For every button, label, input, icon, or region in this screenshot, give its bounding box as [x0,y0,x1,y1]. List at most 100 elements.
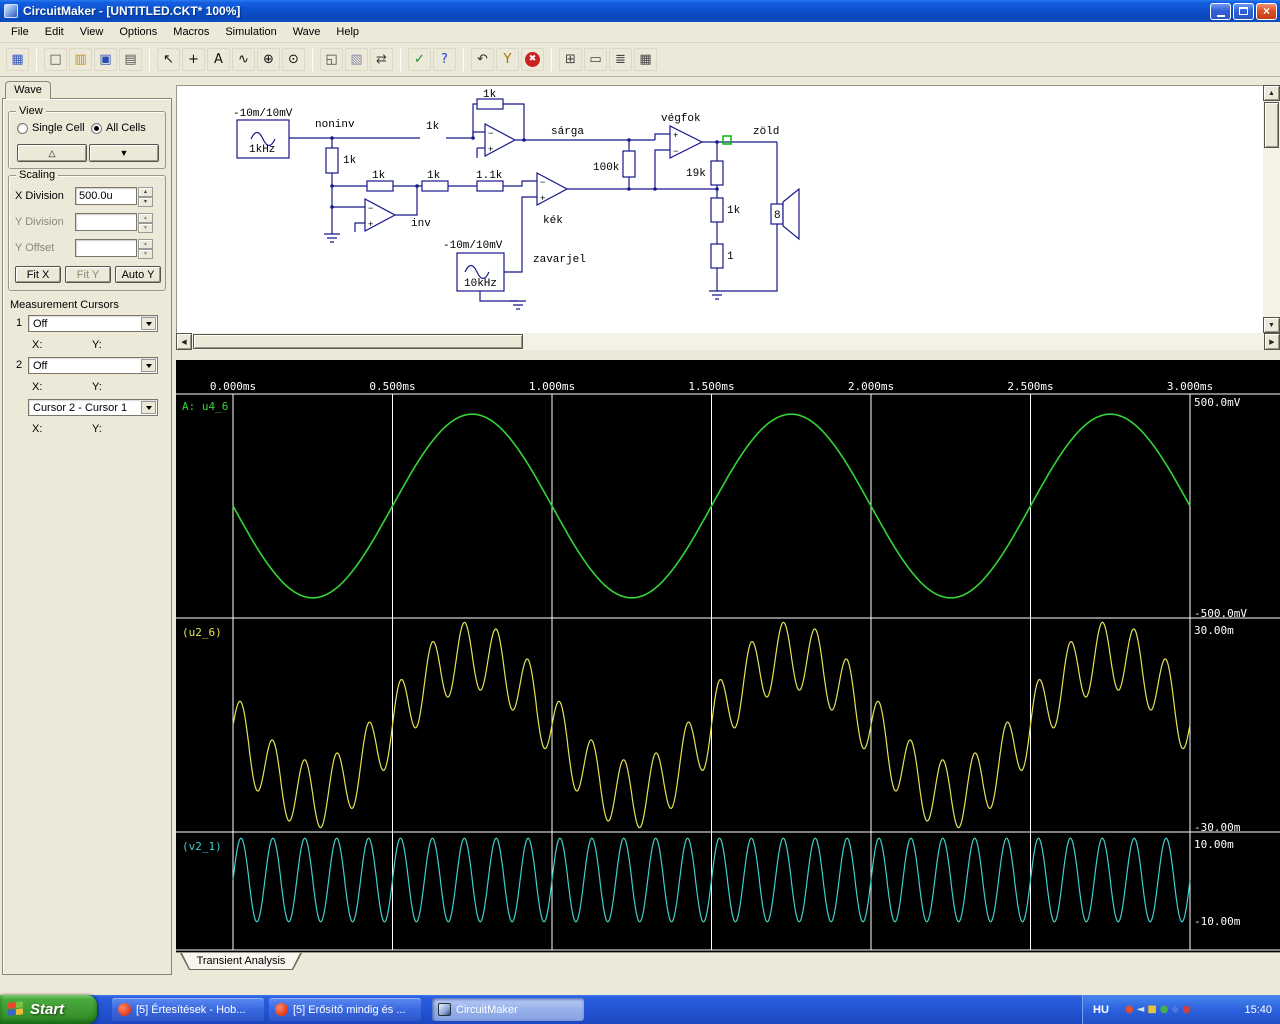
wave-multi-button[interactable]: ≣ [609,48,632,71]
resistor-1k-fb [710,197,724,223]
wave-tab[interactable]: Wave [5,81,51,99]
trace-label[interactable]: (u2_6) [182,626,222,639]
task-button-circuitmaker[interactable]: CircuitMaker [432,998,584,1021]
spin-down-icon[interactable]: ▼ [138,196,153,207]
task-button-erosito[interactable]: [5] Erősítő mindig és ... [269,998,421,1021]
tray-icon-3[interactable]: ■ [1147,1003,1156,1016]
spin-up-icon[interactable]: ▲ [138,186,153,197]
start-button[interactable]: Start [0,995,97,1024]
all-cells-radio[interactable]: All Cells [91,122,146,134]
trace-label[interactable]: (v2_1) [182,840,222,853]
wave-single-button[interactable]: ▭ [584,48,607,71]
menu-item-options[interactable]: Options [111,23,165,41]
spin-down-icon[interactable]: ▼ [138,222,153,233]
waveform-plot[interactable] [176,360,1280,952]
open-file-button[interactable]: ▥ [69,48,92,71]
stop-button[interactable]: ✖ [521,48,544,71]
cursor1-dropdown[interactable]: Off [28,315,158,332]
print-button[interactable]: ▤ [119,48,142,71]
task-button-ertesitesek[interactable]: [5] Értesítések - Hob... [112,998,264,1021]
cursor2-dropdown[interactable]: Off [28,357,158,374]
time-tick-label: 0.000ms [209,380,257,393]
menu-item-simulation[interactable]: Simulation [217,23,284,41]
x-division-spinner[interactable]: ▲ ▼ [138,186,153,207]
start-label: Start [30,1001,65,1018]
tray-icon-6[interactable]: ● [1182,1003,1191,1016]
minimize-button[interactable] [1210,2,1231,20]
window-title: CircuitMaker - [UNTITLED.CKT* 100%] [23,4,241,18]
schematic-label: -10m/10mV [233,108,293,120]
menu-item-edit[interactable]: Edit [37,23,72,41]
place-part-button[interactable]: + [182,48,205,71]
chevron-down-icon[interactable] [141,401,156,414]
export-wave-button[interactable]: ⊞ [559,48,582,71]
schematic-label: 1k [483,89,497,101]
export-wave-icon: ⊞ [565,52,576,67]
all-cells-radio-circle[interactable] [91,122,102,134]
x-division-input[interactable] [75,186,137,205]
zoom-in-button[interactable]: ⊕ [257,48,280,71]
language-indicator[interactable]: HU [1093,1004,1109,1016]
single-cell-radio[interactable]: Single Cell [17,122,85,134]
fit-y-button[interactable]: Fit Y [65,266,111,283]
save-button[interactable]: ▣ [94,48,117,71]
scroll-down-arrow[interactable]: ▼ [1263,317,1280,333]
select-tool-button[interactable]: ↖ [157,48,180,71]
spin-down-icon[interactable]: ▼ [138,248,153,259]
check-circuit-button[interactable]: ✓ [408,48,431,71]
y-offset-spinner[interactable]: ▲ ▼ [138,238,153,259]
y-division-input[interactable] [75,212,137,231]
help-button[interactable]: ? [433,48,456,71]
new-file-button[interactable]: □ [44,48,67,71]
wire-tool-button[interactable]: ∿ [232,48,255,71]
vertical-scroll-thumb[interactable] [1264,102,1279,148]
transient-analysis-tab[interactable]: Transient Analysis [180,953,302,970]
spin-up-icon[interactable]: ▲ [138,212,153,223]
schematic-canvas[interactable]: -10m/10mV 1kHz noninv 1k 1k 1k sárga 100… [176,85,1263,333]
reset-button[interactable]: ↶ [471,48,494,71]
y-division-spinner[interactable]: ▲ ▼ [138,212,153,233]
scroll-left-arrow[interactable]: ◀ [176,333,192,350]
chevron-down-icon[interactable] [141,317,156,330]
y-offset-input[interactable] [75,238,137,257]
volume-icon[interactable]: ◄ [1137,1003,1145,1016]
task-label: [5] Értesítések - Hob... [136,1003,246,1016]
svg-text:−: − [368,204,373,214]
menu-item-help[interactable]: Help [328,23,367,41]
menu-item-macros[interactable]: Macros [165,23,217,41]
restore-button[interactable] [1233,2,1254,20]
auto-y-button[interactable]: Auto Y [115,266,161,283]
fit-page-button[interactable]: ◱ [320,48,343,71]
paste-button[interactable]: ▧ [345,48,368,71]
trace-label[interactable]: A: u4_6 [182,400,228,413]
tray-icon-1[interactable]: ● [1125,1003,1134,1016]
close-button[interactable]: × [1256,2,1277,20]
scroll-up-button[interactable]: △ [17,144,87,162]
text-tool-button[interactable]: A [207,48,230,71]
menu-item-view[interactable]: View [72,23,112,41]
cursor-diff-dropdown[interactable]: Cursor 2 - Cursor 1 [28,399,158,416]
menu-item-wave[interactable]: Wave [285,23,329,41]
scroll-down-button[interactable]: ▼ [89,144,159,162]
schematic-horizontal-scrollbar[interactable]: ◀ ▶ [176,333,1280,350]
pan-button[interactable]: ⇄ [370,48,393,71]
scroll-right-arrow[interactable]: ▶ [1264,333,1280,350]
probe-button[interactable]: Y [496,48,519,71]
waveform-display[interactable]: 0.000ms 0.500ms 1.000ms 1.500ms 2.000ms 2.500… [176,360,1280,952]
schematic-vertical-scrollbar[interactable]: ▲ ▼ [1263,85,1280,333]
menu-item-file[interactable]: File [3,23,37,41]
schematic-mode-button[interactable]: ▦ [6,48,29,71]
close-icon: × [1262,4,1270,18]
zoom-tool-button[interactable]: ⊙ [282,48,305,71]
wave-grid-button[interactable]: ▦ [634,48,657,71]
fit-x-button[interactable]: Fit X [15,266,61,283]
single-cell-radio-circle[interactable] [17,122,28,134]
chevron-down-icon[interactable] [141,359,156,372]
horizontal-scroll-thumb[interactable] [193,334,523,349]
tray-icon-4[interactable]: ● [1160,1003,1169,1016]
spin-up-icon[interactable]: ▲ [138,238,153,249]
clock[interactable]: 15:40 [1244,1004,1272,1016]
tray-icon-5[interactable]: ◆ [1172,1003,1180,1016]
scroll-up-arrow[interactable]: ▲ [1263,85,1280,101]
wave-multi-icon: ≣ [615,52,626,67]
